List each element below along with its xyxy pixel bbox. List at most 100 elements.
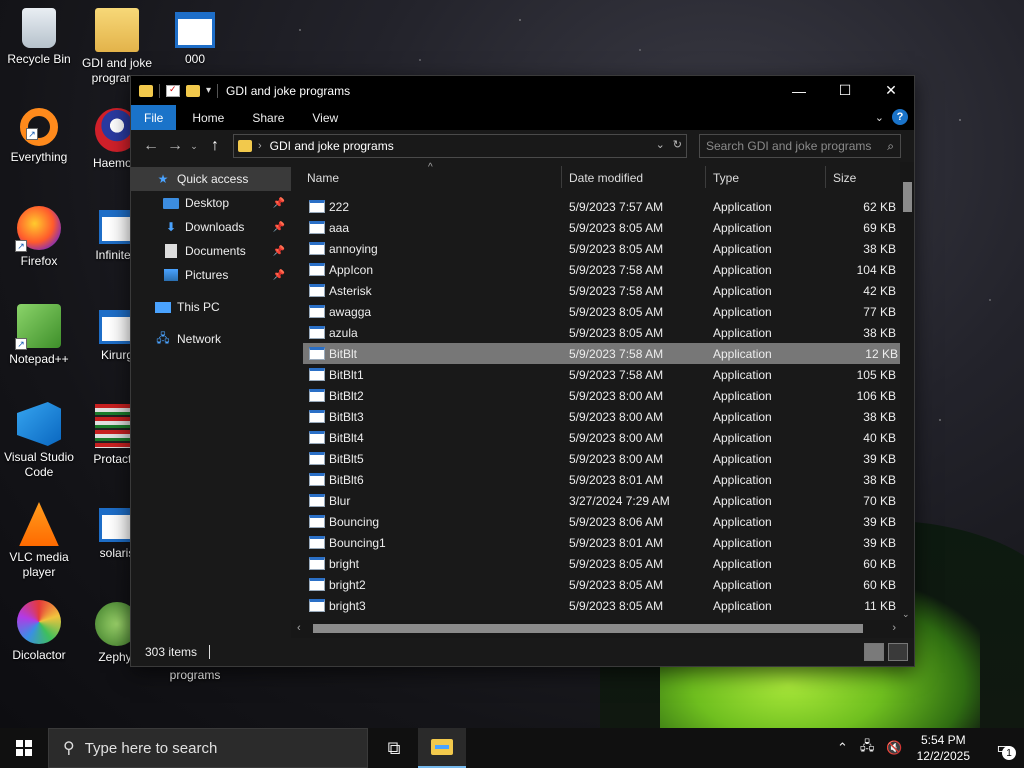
vertical-scrollbar[interactable]: ⌄ (900, 162, 914, 620)
desktop-icon-notepad-plus-plus[interactable]: ↗ Notepad++ (0, 304, 78, 367)
taskbar-search[interactable]: ⚲ Type here to search (48, 728, 368, 768)
large-icons-view-button[interactable] (888, 643, 908, 661)
desktop-icon-programs-label[interactable]: programs (156, 668, 234, 683)
shortcut-arrow-icon: ↗ (15, 240, 27, 252)
close-button[interactable]: ✕ (868, 76, 914, 105)
column-divider[interactable] (561, 166, 562, 188)
title-bar[interactable]: ▾ GDI and joke programs — ☐ ✕ (131, 76, 914, 105)
address-dropdown-icon[interactable]: ⌄ (656, 138, 665, 151)
desktop-icon-dicolactor[interactable]: Dicolactor (0, 600, 78, 663)
scrollbar-thumb[interactable] (903, 182, 912, 212)
start-button[interactable] (0, 728, 48, 768)
file-row[interactable]: BitBlt6 5/9/2023 8:01 AM Application 38 KB (291, 469, 900, 490)
file-row[interactable]: annoying 5/9/2023 8:05 AM Application 38 KB (291, 238, 900, 259)
file-row[interactable]: AppIcon 5/9/2023 7:58 AM Application 104 KB (291, 259, 900, 280)
file-row[interactable]: bright 5/9/2023 8:05 AM Application 60 KB (291, 553, 900, 574)
tab-share[interactable]: Share (238, 105, 298, 130)
file-row[interactable]: bright3 5/9/2023 8:05 AM Application 11 KB (291, 595, 900, 616)
column-header-name[interactable]: Name (307, 171, 339, 185)
file-row[interactable]: BitBlt4 5/9/2023 8:00 AM Application 40 KB (291, 427, 900, 448)
nav-item-this-pc[interactable]: This PC (131, 295, 291, 319)
column-header-size[interactable]: Size (833, 171, 856, 185)
windows-logo-icon (16, 740, 32, 756)
file-row[interactable]: awagga 5/9/2023 8:05 AM Application 77 KB (291, 301, 900, 322)
file-row[interactable]: BitBlt3 5/9/2023 8:00 AM Application 38 KB (291, 406, 900, 427)
desktop-icon-000[interactable]: 000 (156, 12, 234, 67)
application-icon (309, 515, 325, 528)
file-size: 39 KB (863, 452, 896, 466)
file-row[interactable]: Bouncing1 5/9/2023 8:01 AM Application 39 K… (291, 532, 900, 553)
file-date: 5/9/2023 7:58 AM (569, 347, 664, 361)
properties-icon[interactable] (166, 84, 180, 97)
refresh-icon[interactable]: ↻ (673, 138, 682, 151)
customize-toolbar-icon[interactable]: ▾ (206, 85, 211, 96)
column-header-date[interactable]: Date modified (569, 171, 643, 185)
nav-item-quick-access[interactable]: ★ Quick access (131, 167, 291, 191)
file-size: 104 KB (856, 263, 896, 277)
column-header-type[interactable]: Type (713, 171, 739, 185)
scrollbar-thumb[interactable] (313, 624, 863, 633)
volume-muted-icon[interactable]: 🔇 (886, 740, 902, 756)
nav-item-desktop[interactable]: Desktop 📌 (131, 191, 291, 215)
column-divider[interactable] (705, 166, 706, 188)
content-area: ★ Quick access Desktop 📌 ⬇ Downloads 📌 D… (131, 162, 914, 638)
file-type: Application (713, 599, 772, 613)
expand-ribbon-icon[interactable]: ⌄ (875, 111, 884, 124)
application-icon (309, 578, 325, 591)
star-icon: ★ (157, 172, 169, 186)
task-view-button[interactable]: ⧉ (370, 728, 418, 768)
file-date: 5/9/2023 8:05 AM (569, 599, 664, 613)
nav-item-network[interactable]: 🖧 Network (131, 327, 291, 351)
desktop-icon-vlc[interactable]: VLC media player (0, 502, 78, 580)
horizontal-scrollbar[interactable]: ‹ › (291, 620, 914, 638)
file-row[interactable]: BitBlt5 5/9/2023 8:00 AM Application 39 KB (291, 448, 900, 469)
desktop-icon-firefox[interactable]: ↗ Firefox (0, 206, 78, 269)
chevron-right-icon[interactable]: › (258, 140, 262, 152)
file-row[interactable]: BitBlt2 5/9/2023 8:00 AM Application 106 KB (291, 385, 900, 406)
details-view-button[interactable] (864, 643, 884, 661)
desktop-icon-vscode[interactable]: Visual Studio Code (0, 402, 78, 480)
file-row[interactable]: BitBlt 5/9/2023 7:58 AM Application 12 KB (303, 343, 900, 364)
new-folder-icon[interactable] (186, 84, 200, 97)
network-icon[interactable]: 🖧 (860, 737, 875, 759)
back-button[interactable]: ← (139, 137, 163, 155)
taskbar-search-input[interactable]: Type here to search (85, 740, 218, 757)
taskbar-file-explorer[interactable] (418, 728, 466, 768)
file-row[interactable]: 222 5/9/2023 7:57 AM Application 62 KB (291, 196, 900, 217)
file-size: 69 KB (863, 221, 896, 235)
file-row[interactable]: Asterisk 5/9/2023 7:58 AM Application 42 KB (291, 280, 900, 301)
search-box[interactable]: Search GDI and joke programs ⌕ (699, 134, 901, 158)
notifications-button[interactable]: ▭ 1 (984, 728, 1024, 768)
address-path[interactable]: GDI and joke programs (270, 139, 394, 153)
file-row[interactable]: bright2 5/9/2023 8:05 AM Application 60 KB (291, 574, 900, 595)
search-input[interactable]: Search GDI and joke programs (706, 139, 871, 153)
file-name: awagga (329, 305, 372, 319)
file-explorer-window[interactable]: ▾ GDI and joke programs — ☐ ✕ File Home … (130, 75, 915, 667)
maximize-button[interactable]: ☐ (822, 76, 868, 105)
up-button[interactable]: ↑ (203, 137, 227, 155)
address-bar[interactable]: › GDI and joke programs ⌄ ↻ (233, 134, 687, 158)
file-row[interactable]: aaa 5/9/2023 8:05 AM Application 69 KB (291, 217, 900, 238)
file-row[interactable]: azula 5/9/2023 8:05 AM Application 38 KB (291, 322, 900, 343)
minimize-button[interactable]: — (776, 76, 822, 105)
scroll-left-icon[interactable]: ‹ (297, 622, 301, 634)
scroll-right-icon[interactable]: › (892, 622, 896, 634)
file-row[interactable]: Blur 3/27/2024 7:29 AM Application 70 KB (291, 490, 900, 511)
help-icon[interactable]: ? (892, 109, 908, 125)
nav-item-downloads[interactable]: ⬇ Downloads 📌 (131, 215, 291, 239)
nav-item-documents[interactable]: Documents 📌 (131, 239, 291, 263)
tab-view[interactable]: View (298, 105, 352, 130)
column-divider[interactable] (825, 166, 826, 188)
file-row[interactable]: BitBlt1 5/9/2023 7:58 AM Application 105 KB (291, 364, 900, 385)
nav-item-pictures[interactable]: Pictures 📌 (131, 263, 291, 287)
desktop-icon-everything[interactable]: ↗ Everything (0, 108, 78, 165)
forward-button[interactable]: → (163, 137, 187, 155)
file-row[interactable]: Bouncing 5/9/2023 8:06 AM Application 39 KB (291, 511, 900, 532)
scroll-down-icon[interactable]: ⌄ (902, 609, 910, 620)
tab-home[interactable]: Home (178, 105, 238, 130)
recent-locations-icon[interactable]: ⌄ (187, 141, 201, 152)
clock[interactable]: 5:54 PM 12/2/2025 (917, 732, 970, 764)
chevron-up-icon[interactable]: ⌃ (837, 740, 848, 756)
desktop-icon-recycle-bin[interactable]: Recycle Bin (0, 8, 78, 67)
tab-file[interactable]: File (131, 105, 177, 130)
